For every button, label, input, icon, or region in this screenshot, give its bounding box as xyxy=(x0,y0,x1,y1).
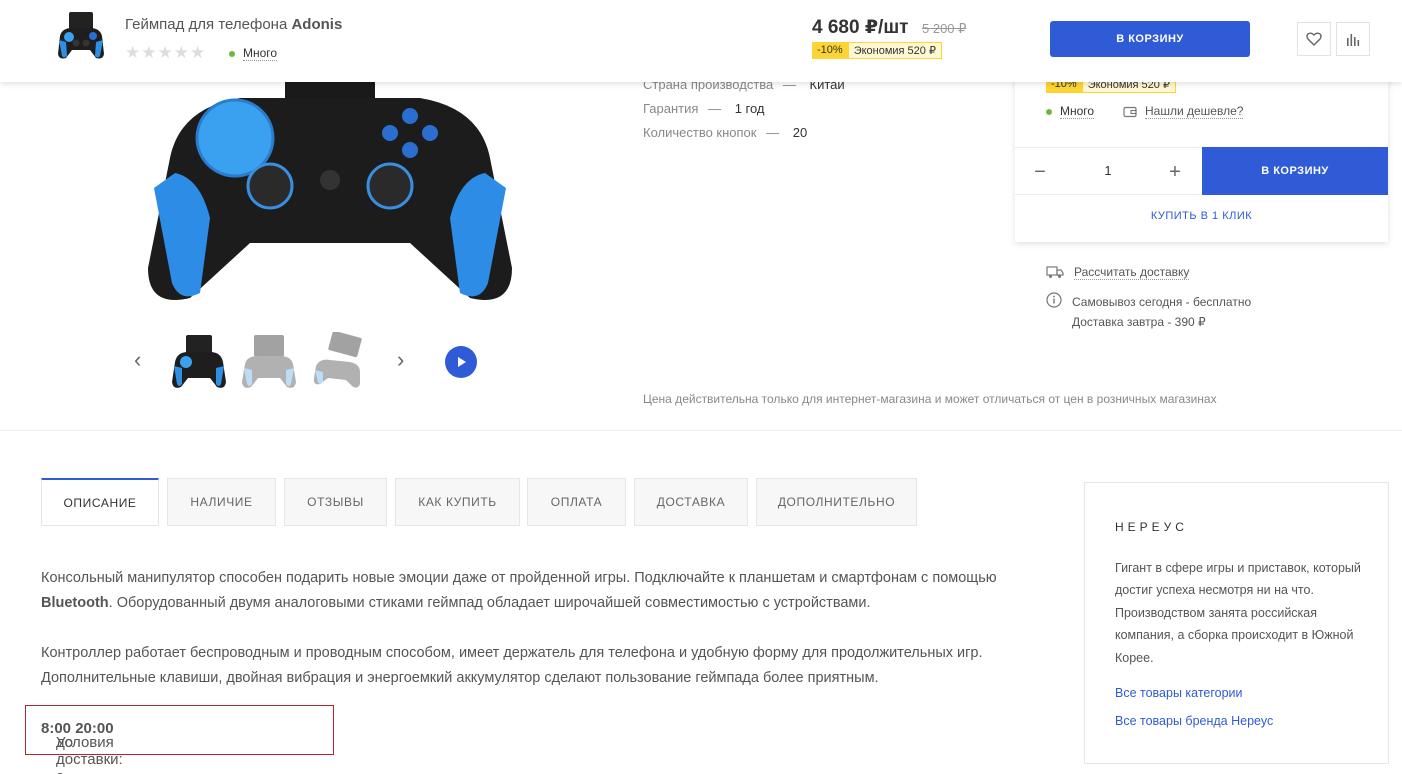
video-play-button[interactable] xyxy=(445,346,477,378)
gallery-prev-icon[interactable]: ‹ xyxy=(134,347,141,373)
info-icon xyxy=(1046,292,1062,308)
found-cheaper-label[interactable]: Нашли дешевле? xyxy=(1145,104,1244,119)
description-text: Консольный манипулятор способен подарить… xyxy=(41,570,997,586)
spec-row: Гарантия — 1 год xyxy=(643,101,765,116)
brand-description: Гигант в сфере игры и приставок, который… xyxy=(1115,561,1361,665)
add-to-cart-button[interactable]: В КОРЗИНУ xyxy=(1202,147,1388,195)
stock-label[interactable]: Много xyxy=(243,46,278,61)
buy-box: -10% Экономия 520 ₽ Много Нашли дешевле?… xyxy=(1015,62,1388,242)
spec-sep: — xyxy=(708,101,722,116)
description-paragraph-2: Контроллер работает беспроводным и прово… xyxy=(41,645,983,686)
description-paragraph-1: Консольный манипулятор способен подарить… xyxy=(41,566,1041,616)
bar-chart-icon xyxy=(1347,34,1360,46)
spec-label: Количество кнопок xyxy=(643,125,757,140)
add-to-cart-button[interactable]: В КОРЗИНУ xyxy=(1050,21,1250,57)
stock-status: Много xyxy=(1046,104,1095,119)
gallery-thumb-2[interactable] xyxy=(240,332,298,392)
buy-one-click-link[interactable]: КУПИТЬ В 1 КЛИК xyxy=(1015,210,1388,222)
description-text: . Оборудованный двумя аналоговыми стикам… xyxy=(108,595,871,611)
delivery-courier: Доставка завтра - 390 ₽ xyxy=(1072,315,1206,329)
tab-delivery[interactable]: ДОСТАВКА xyxy=(634,478,748,526)
stock-dot-icon xyxy=(229,50,235,57)
gallery-thumb-1[interactable] xyxy=(170,332,228,392)
spec-value: 1 год xyxy=(734,101,765,116)
tab-payment[interactable]: ОПЛАТА xyxy=(527,478,626,526)
stock-label[interactable]: Много xyxy=(1060,104,1095,119)
tab-availability[interactable]: НАЛИЧИЕ xyxy=(167,478,276,526)
stock-status: Много xyxy=(229,46,278,61)
discount-percent: -10% xyxy=(812,42,848,59)
delivery-calc-link[interactable]: Рассчитать доставку xyxy=(1074,265,1190,280)
price-note: Цена действительна только для интернет-м… xyxy=(643,392,1217,406)
found-cheaper-link[interactable]: Нашли дешевле? xyxy=(1123,104,1244,119)
delivery-pickup: Самовывоз сегодня - бесплатно xyxy=(1072,295,1252,309)
tab-reviews[interactable]: ОТЗЫВЫ xyxy=(284,478,387,526)
product-main-image[interactable] xyxy=(140,68,520,318)
quantity-value[interactable]: 1 xyxy=(1075,163,1141,178)
gallery-thumb-3[interactable] xyxy=(310,332,368,392)
spec-row: Количество кнопок — 20 xyxy=(643,125,807,140)
stock-dot-icon xyxy=(1046,108,1052,115)
quantity-increase-button[interactable]: + xyxy=(1150,148,1200,196)
truck-icon xyxy=(1046,266,1064,278)
description-bold: Bluetooth xyxy=(41,595,109,611)
conditions-to-word: до xyxy=(56,734,74,751)
title-prefix: Геймпад для телефона xyxy=(125,16,288,33)
heart-icon xyxy=(1306,32,1322,46)
quantity-decrease-button[interactable]: − xyxy=(1015,148,1065,196)
brand-all-products-link[interactable]: Все товары бренда Нереус xyxy=(1115,714,1273,728)
tab-additional[interactable]: ДОПОЛНИТЕЛЬНО xyxy=(756,478,917,526)
product-title: Геймпад для телефона Adonis xyxy=(125,16,342,33)
delivery-conditions-box: Условия доставки: с 8:00 до 20:00 xyxy=(25,705,334,774)
delivery-info: Самовывоз сегодня - бесплатно Доставка з… xyxy=(1046,292,1251,332)
brand-card: НЕРЕУС Гигант в сфере игры и приставок, … xyxy=(1084,482,1389,764)
brand-category-link[interactable]: Все товары категории xyxy=(1115,686,1243,700)
delivery-calc[interactable]: Рассчитать доставку xyxy=(1046,265,1190,280)
discount-economy: Экономия 520 ₽ xyxy=(847,42,942,59)
price: 4 680 ₽/шт xyxy=(812,17,909,38)
spec-value: 20 xyxy=(792,125,808,140)
tab-how-to-buy[interactable]: КАК КУПИТЬ xyxy=(395,478,520,526)
tab-description[interactable]: ОПИСАНИЕ xyxy=(41,478,159,526)
compare-button[interactable] xyxy=(1336,22,1370,56)
product-thumbnail[interactable] xyxy=(56,10,106,62)
old-price: 5 200 ₽ xyxy=(922,21,967,36)
favorite-button[interactable] xyxy=(1297,22,1331,56)
discount-badge: -10% Экономия 520 ₽ xyxy=(812,42,942,59)
brand-logo[interactable]: НЕРЕУС xyxy=(1115,520,1188,534)
spec-label: Гарантия xyxy=(643,101,699,116)
play-icon xyxy=(458,357,466,367)
wallet-icon xyxy=(1123,106,1137,117)
title-brand: Adonis xyxy=(291,16,343,33)
spec-sep: — xyxy=(766,125,780,140)
delivery-conditions: Условия доставки: с 8:00 до 20:00 xyxy=(41,720,123,774)
rating-stars[interactable]: ★★★★★ xyxy=(125,43,206,63)
gallery-next-icon[interactable]: › xyxy=(397,347,404,373)
section-divider xyxy=(0,430,1402,431)
sticky-header: Геймпад для телефона Adonis ★★★★★ Много … xyxy=(0,0,1402,82)
